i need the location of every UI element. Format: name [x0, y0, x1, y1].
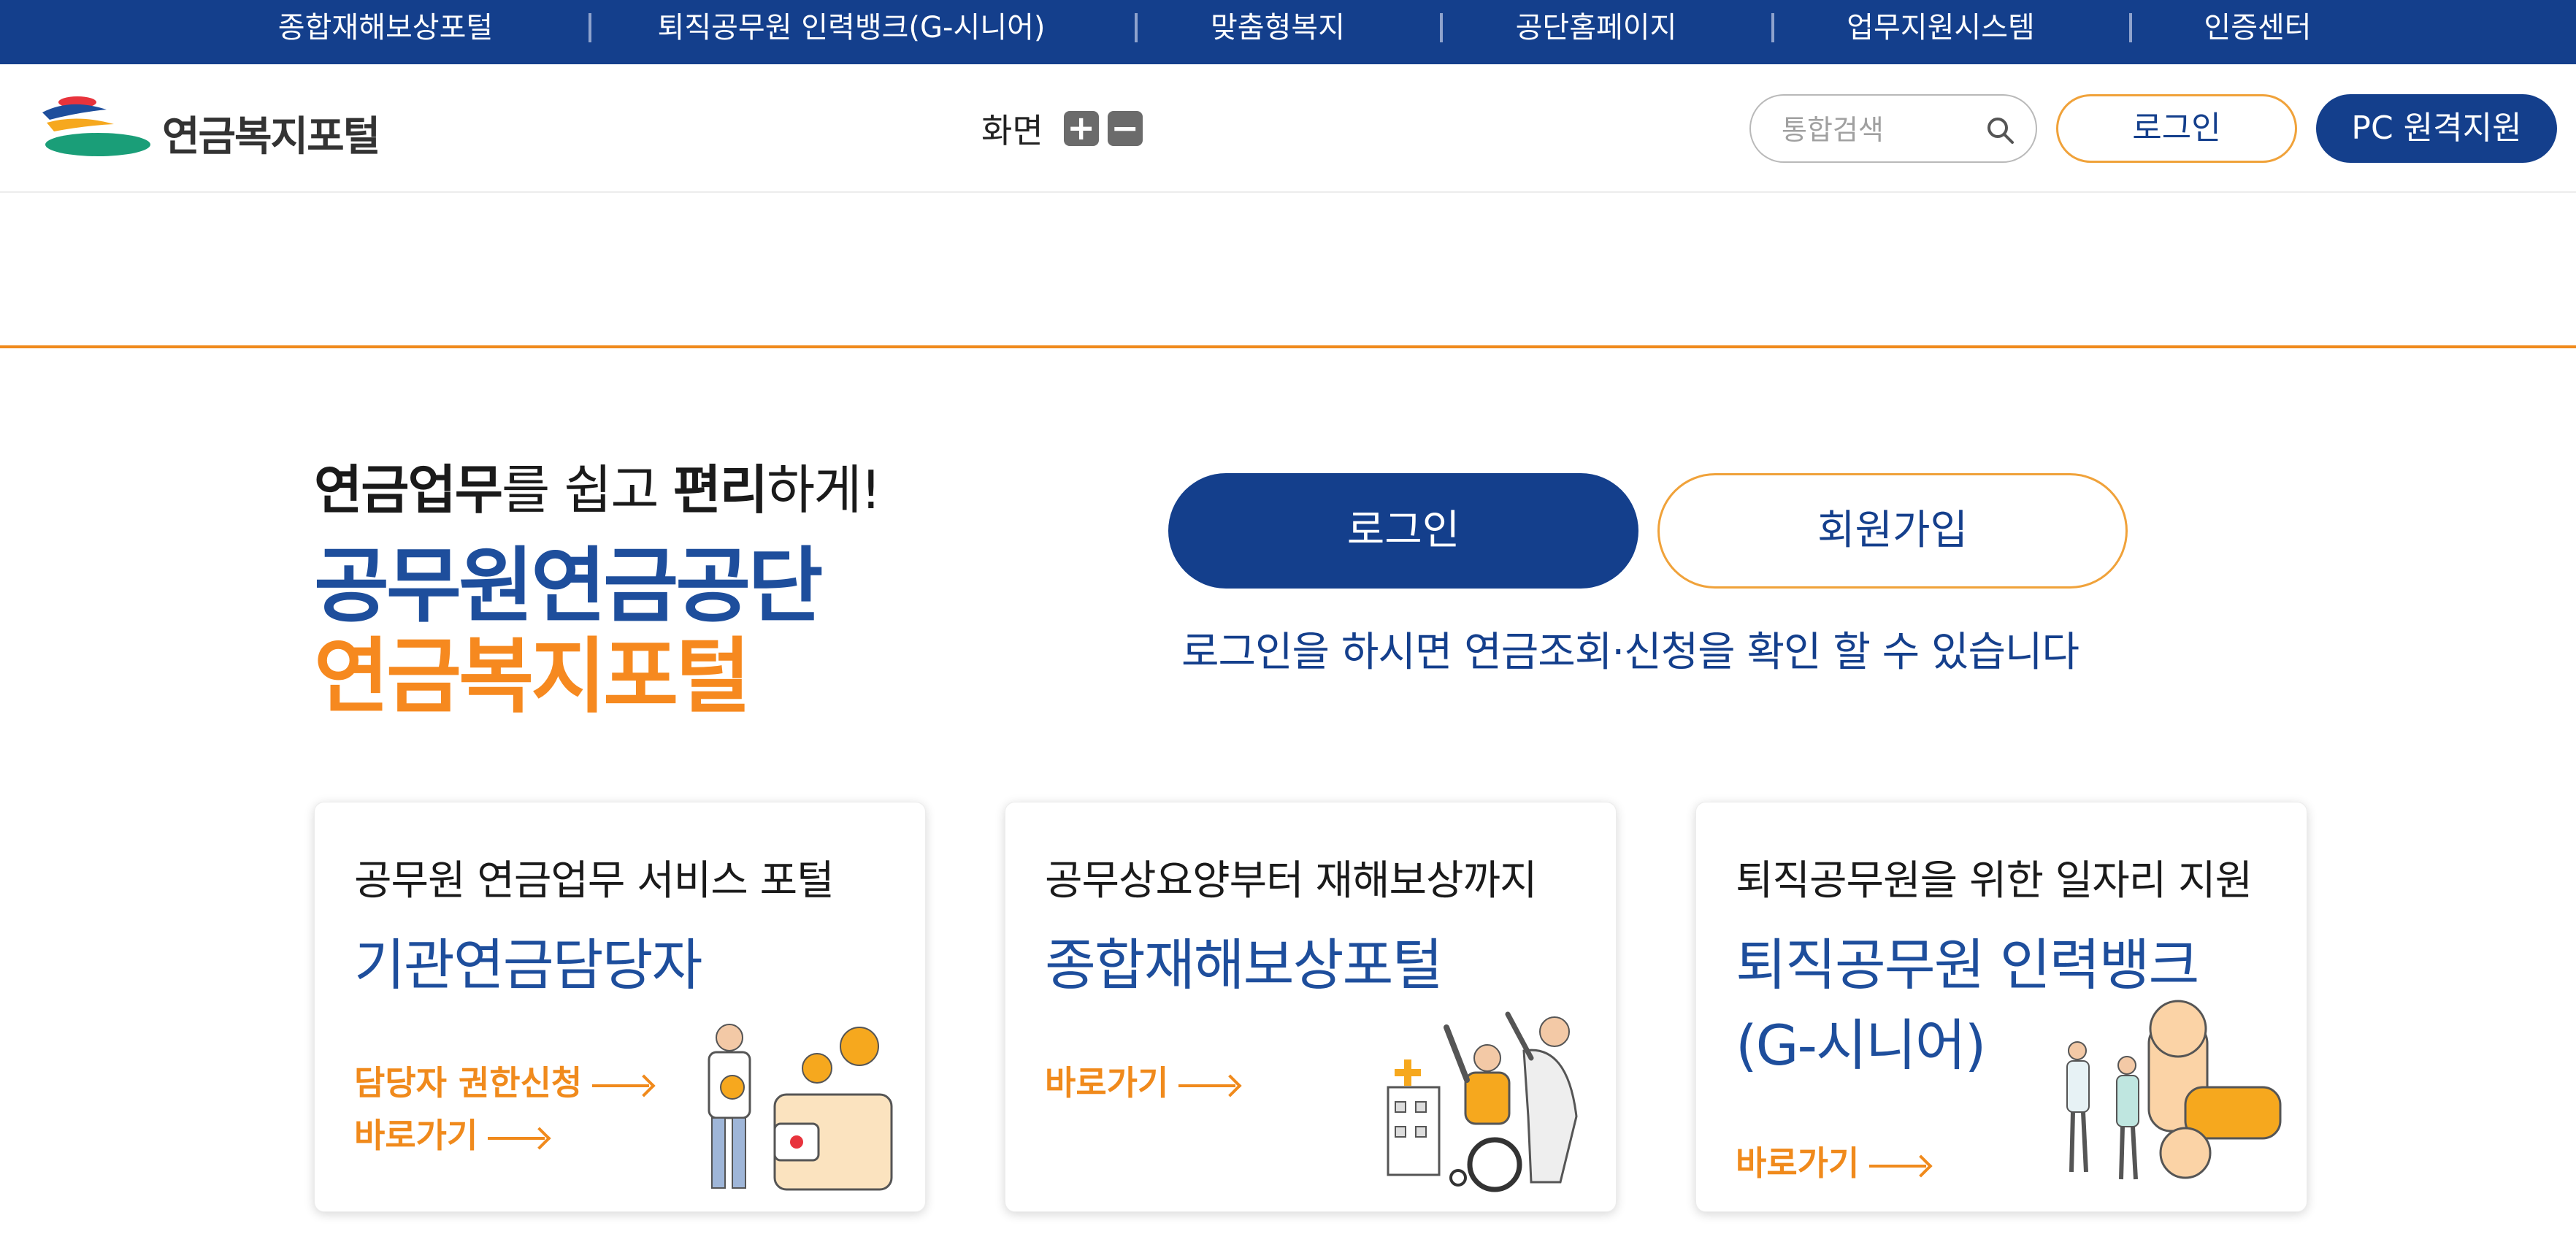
- top-link-divider: [1440, 13, 1443, 42]
- link-label: 바로가기: [354, 1116, 478, 1155]
- arrow-right-icon: [1178, 1077, 1240, 1095]
- card-disaster-compensation-portal[interactable]: 공무상요양부터 재해보상까지 종합재해보상포털 바로가기: [1005, 802, 1617, 1212]
- arrow-right-icon: [1869, 1157, 1931, 1175]
- top-link-divider: [2129, 13, 2132, 42]
- top-link-gsenior[interactable]: 퇴직공무원 인력뱅크(G-시니어): [658, 0, 1046, 64]
- zoom-label: 화면: [981, 111, 1043, 150]
- card-subtitle: 공무원 연금업무 서비스 포털: [354, 857, 835, 905]
- login-notice-text: 로그인을 하시면 연금조회·신청을 확인 할 수 있습니다: [1181, 629, 2079, 676]
- link-label: 바로가기: [1045, 1063, 1169, 1103]
- top-link-custom-welfare[interactable]: 맞춤형복지: [1211, 0, 1345, 64]
- top-link-disaster-portal[interactable]: 종합재해보상포털: [278, 0, 493, 64]
- card-title-line-1: 퇴직공무원 인력뱅크: [1736, 932, 2199, 997]
- wheelchair-caregiver-illustration-icon: [1387, 1011, 1578, 1192]
- card-subtitle: 공무상요양부터 재해보상까지: [1045, 857, 1538, 905]
- card-title-line-2: (G-시니어): [1736, 1013, 1986, 1078]
- zoom-in-button[interactable]: +: [1063, 111, 1099, 146]
- link-label: 바로가기: [1736, 1143, 1860, 1183]
- section-divider: [0, 345, 2576, 348]
- hero-brand-portal: 연금복지포털: [314, 629, 751, 724]
- header-login-button[interactable]: 로그인: [2056, 94, 2297, 163]
- logo-text: 연금복지포털: [162, 113, 380, 161]
- top-link-cert-center[interactable]: 인증센터: [2204, 0, 2311, 64]
- search-icon[interactable]: [1983, 113, 2018, 148]
- card-go-link[interactable]: 바로가기: [354, 1109, 549, 1157]
- top-link-divider: [1135, 13, 1138, 42]
- search-box: [1749, 94, 2037, 163]
- zoom-out-button[interactable]: −: [1107, 111, 1143, 146]
- card-title: 종합재해보상포털: [1045, 932, 1443, 997]
- pc-remote-support-button[interactable]: PC 원격지원: [2316, 94, 2557, 163]
- card-retired-officials-job-bank[interactable]: 퇴직공무원을 위한 일자리 지원 퇴직공무원 인력뱅크 (G-시니어) 바로가기: [1695, 802, 2307, 1212]
- tagline-bold-1: 연금업무: [314, 459, 503, 521]
- top-link-homepage[interactable]: 공단홈페이지: [1516, 0, 1677, 64]
- tagline-bold-2: 편리: [672, 459, 767, 521]
- puzzle-people-illustration-icon: [2066, 1000, 2282, 1180]
- site-logo[interactable]: 연금복지포털: [34, 93, 399, 164]
- hero-tagline: 연금업무를 쉽고 편리하게!: [314, 447, 881, 524]
- hero-brand-agency: 공무원연금공단: [314, 539, 823, 634]
- arrow-right-icon: [488, 1130, 549, 1147]
- permission-request-link[interactable]: 담당자 권한신청: [354, 1057, 653, 1105]
- card-title: 기관연금담당자: [354, 932, 702, 997]
- link-label: 담당자 권한신청: [354, 1063, 583, 1103]
- top-link-work-system[interactable]: 업무지원시스템: [1847, 0, 2035, 64]
- top-utility-bar: 종합재해보상포털 퇴직공무원 인력뱅크(G-시니어) 맞춤형복지 공단홈페이지 …: [0, 0, 2576, 64]
- tagline-end: 하게!: [766, 459, 881, 521]
- tagline-mid: 를 쉽고: [501, 459, 673, 521]
- card-go-link[interactable]: 바로가기: [1045, 1057, 1240, 1105]
- search-input[interactable]: [1782, 112, 1979, 148]
- logo-mark-icon: [42, 96, 150, 156]
- top-link-divider: [589, 13, 591, 42]
- main-login-button[interactable]: 로그인: [1168, 473, 1638, 589]
- arrow-right-icon: [592, 1077, 653, 1095]
- site-header: 연금복지포털 화면 + − 로그인 PC 원격지원: [0, 64, 2576, 193]
- screen-zoom-control: 화면 + −: [981, 101, 1151, 156]
- person-wallet-coins-illustration-icon: [708, 1024, 893, 1191]
- card-agency-pension-manager[interactable]: 공무원 연금업무 서비스 포털 기관연금담당자 담당자 권한신청 바로가기: [314, 802, 926, 1212]
- top-link-divider: [1771, 13, 1774, 42]
- signup-button[interactable]: 회원가입: [1657, 473, 2128, 589]
- card-subtitle: 퇴직공무원을 위한 일자리 지원: [1736, 857, 2253, 905]
- card-go-link[interactable]: 바로가기: [1736, 1137, 1931, 1185]
